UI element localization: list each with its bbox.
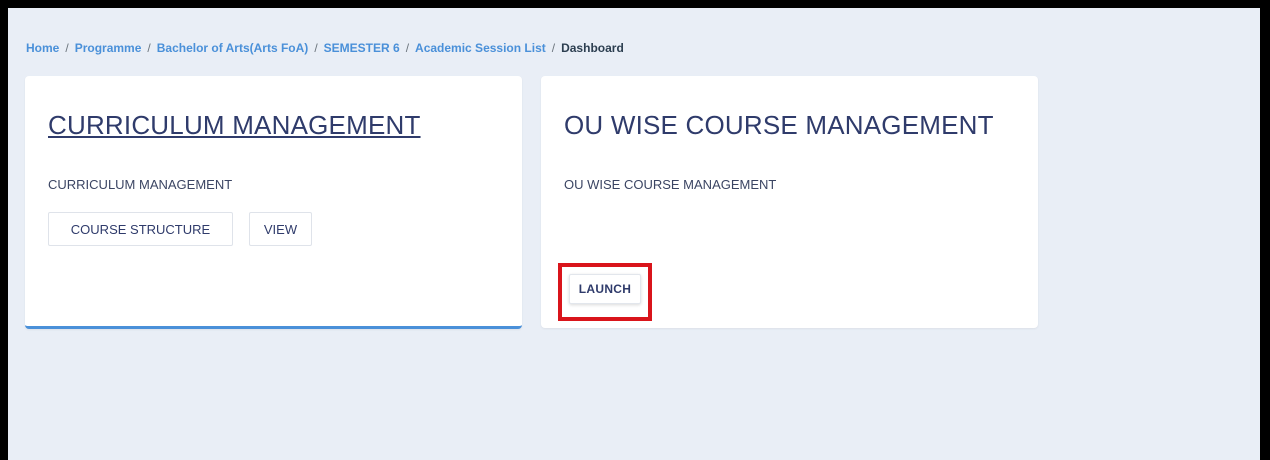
view-button[interactable]: VIEW (249, 212, 312, 246)
ou-wise-course-management-card: OU WISE COURSE MANAGEMENT OU WISE COURSE… (541, 76, 1038, 328)
curriculum-management-description: CURRICULUM MANAGEMENT (48, 177, 233, 192)
breadcrumb-separator: / (147, 41, 151, 55)
breadcrumb-separator: / (551, 41, 556, 55)
breadcrumb-separator: / (405, 41, 410, 55)
breadcrumb-home[interactable]: Home (26, 41, 59, 55)
breadcrumb-current: Dashboard (561, 41, 624, 55)
breadcrumb-separator: / (314, 41, 318, 55)
page-viewport: Home / Programme / Bachelor of Arts(Arts FoA… (8, 8, 1260, 460)
launch-highlight-box: LAUNCH (558, 263, 652, 321)
curriculum-management-title[interactable]: CURRICULUM MANAGEMENT (48, 110, 421, 141)
breadcrumb-programme[interactable]: Programme (75, 41, 142, 55)
breadcrumb-academic-session-list[interactable]: Academic Session List (415, 41, 546, 55)
ou-wise-course-management-description: OU WISE COURSE MANAGEMENT (564, 177, 777, 192)
course-structure-button[interactable]: COURSE STRUCTURE (48, 212, 233, 246)
breadcrumb-separator: / (65, 41, 69, 55)
breadcrumb-bachelor-of-arts[interactable]: Bachelor of Arts(Arts FoA) (157, 41, 309, 55)
breadcrumb: Home / Programme / Bachelor of Arts(Arts FoA… (26, 41, 624, 55)
curriculum-management-card: CURRICULUM MANAGEMENT CURRICULUM MANAGEM… (25, 76, 522, 329)
ou-wise-course-management-title: OU WISE COURSE MANAGEMENT (564, 110, 994, 140)
launch-button[interactable]: LAUNCH (569, 274, 641, 304)
breadcrumb-semester[interactable]: SEMESTER 6 (324, 41, 400, 55)
